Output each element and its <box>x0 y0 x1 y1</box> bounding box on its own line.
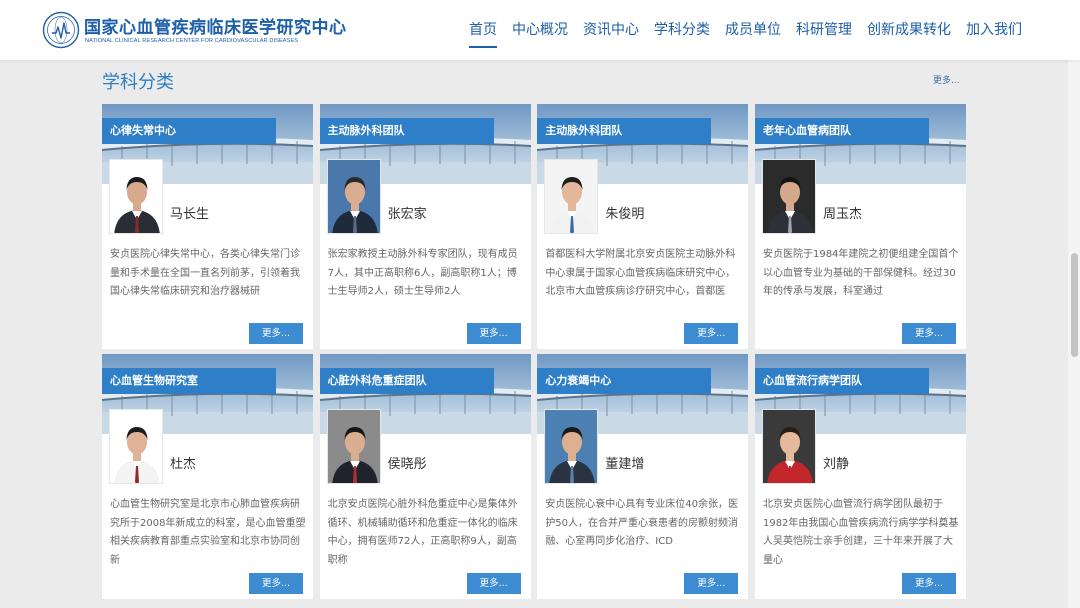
card-tag[interactable]: 老年心血管病团队 <box>754 118 929 144</box>
card-tag[interactable]: 主动脉外科团队 <box>319 118 494 144</box>
doctor-name: 马长生 <box>170 207 210 222</box>
avatar <box>326 409 381 484</box>
avatar <box>544 409 599 484</box>
discipline-card[interactable]: 心律失常中心 马长生 安贞医院心律失常中心，各类心律失常门诊量和手术量在全国一直… <box>102 104 313 349</box>
discipline-card[interactable]: 心脏外科危重症团队 侯晓彤 北京安贞医院心脏外科危重症中心是集体外循环、机械辅助… <box>319 354 531 599</box>
avatar <box>109 409 163 484</box>
section-title: 学科分类 <box>102 72 174 93</box>
discipline-card[interactable]: 心血管流行病学团队 刘静 北京安贞医院心血管流行病学团队最初于1982年由我国心… <box>754 354 966 599</box>
card-more-button[interactable]: 更多... <box>684 323 739 344</box>
doctor-name: 侯晓彤 <box>387 457 427 472</box>
card-tag[interactable]: 主动脉外科团队 <box>537 118 712 144</box>
doctor-name: 董建增 <box>605 457 645 472</box>
nav-join-us[interactable]: 加入我们 <box>966 0 1022 60</box>
card-tag[interactable]: 心力衰竭中心 <box>537 368 712 394</box>
nav-disciplines[interactable]: 学科分类 <box>654 0 710 60</box>
card-more-button[interactable]: 更多... <box>249 323 303 344</box>
card-description: 安贞医院于1984年建院之初便组建全国首个以心血管专业为基础的干部保健科。经过3… <box>762 249 959 297</box>
discipline-card[interactable]: 主动脉外科团队 朱俊明 首都医科大学附属北京安贞医院主动脉外科中心隶属于国家心血… <box>537 104 749 349</box>
avatar <box>109 159 163 234</box>
discipline-card[interactable]: 心力衰竭中心 董建增 安贞医院心衰中心具有专业床位40余张，医护50人，在合并严… <box>537 354 749 599</box>
page-scrollbar[interactable] <box>1068 60 1080 608</box>
avatar <box>326 159 381 234</box>
doctor-name: 杜杰 <box>170 457 197 472</box>
nav-about[interactable]: 中心概况 <box>512 0 568 60</box>
section-more-link[interactable]: 更多... <box>933 73 960 86</box>
nav-innovation[interactable]: 创新成果转化 <box>867 0 951 60</box>
logo-title[interactable]: 国家心血管疾病临床医学研究中心 <box>84 13 347 38</box>
nav-members[interactable]: 成员单位 <box>725 0 781 60</box>
avatar <box>761 409 816 484</box>
nav-home[interactable]: 首页 <box>469 0 497 60</box>
doctor-name: 张宏家 <box>387 207 427 222</box>
card-more-button[interactable]: 更多... <box>684 573 739 594</box>
card-tag[interactable]: 心血管生物研究室 <box>102 368 276 394</box>
card-description: 安贞医院心律失常中心，各类心律失常门诊量和手术量在全国一直名列前茅，引领着我国心… <box>110 249 300 297</box>
site-header: 国家心血管疾病临床医学研究中心 NATIONAL CLINICAL RESEAR… <box>0 0 1080 60</box>
avatar <box>544 159 599 234</box>
scrollbar-thumb[interactable] <box>1071 253 1078 357</box>
nav-news[interactable]: 资讯中心 <box>583 0 639 60</box>
doctor-name: 朱俊明 <box>605 207 645 222</box>
nav-research[interactable]: 科研管理 <box>796 0 852 60</box>
card-description: 心血管生物研究室是北京市心肺血管疾病研究所于2008年新成立的科室，是心血管重塑… <box>110 499 306 566</box>
card-description: 安贞医院心衰中心具有专业床位40余张，医护50人，在合并严重心衰患者的房颤射频消… <box>545 499 739 547</box>
card-more-button[interactable]: 更多... <box>901 323 956 344</box>
card-more-button[interactable]: 更多... <box>249 573 303 594</box>
discipline-card[interactable]: 老年心血管病团队 周玉杰 安贞医院于1984年建院之初便组建全国首个以心血管专业… <box>754 104 966 349</box>
discipline-grid: 心律失常中心 马长生 安贞医院心律失常中心，各类心律失常门诊量和手术量在全国一直… <box>102 104 966 599</box>
discipline-card[interactable]: 主动脉外科团队 张宏家 张宏家教授主动脉外科专家团队，现有成员7人，其中正高职称… <box>319 104 531 349</box>
card-tag[interactable]: 心律失常中心 <box>102 118 276 144</box>
card-more-button[interactable]: 更多... <box>901 573 956 594</box>
card-description: 张宏家教授主动脉外科专家团队，现有成员7人，其中正高职称6人，副高职称1人；博士… <box>327 249 518 297</box>
logo-subtitle: NATIONAL CLINICAL RESEARCH CENTER FOR CA… <box>85 38 299 44</box>
logo-icon[interactable] <box>42 11 80 49</box>
avatar <box>761 159 816 234</box>
card-more-button[interactable]: 更多... <box>466 573 521 594</box>
card-more-button[interactable]: 更多... <box>466 323 521 344</box>
card-description: 首都医科大学附属北京安贞医院主动脉外科中心隶属于国家心血管疾病临床研究中心，北京… <box>545 249 736 297</box>
doctor-name: 周玉杰 <box>822 207 862 222</box>
discipline-card[interactable]: 心血管生物研究室 杜杰 心血管生物研究室是北京市心肺血管疾病研究所于2008年新… <box>102 354 313 599</box>
card-description: 北京安贞医院心血管流行病学团队最初于1982年由我国心血管疾病流行病学学科奠基人… <box>762 499 959 566</box>
card-tag[interactable]: 心脏外科危重症团队 <box>319 368 494 394</box>
main-nav: 首页 中心概况 资讯中心 学科分类 成员单位 科研管理 创新成果转化 加入我们 <box>454 0 1022 60</box>
doctor-name: 刘静 <box>822 457 849 472</box>
card-description: 北京安贞医院心脏外科危重症中心是集体外循环、机械辅助循环和危重症一体化的临床中心… <box>327 499 518 566</box>
card-tag[interactable]: 心血管流行病学团队 <box>754 368 929 394</box>
